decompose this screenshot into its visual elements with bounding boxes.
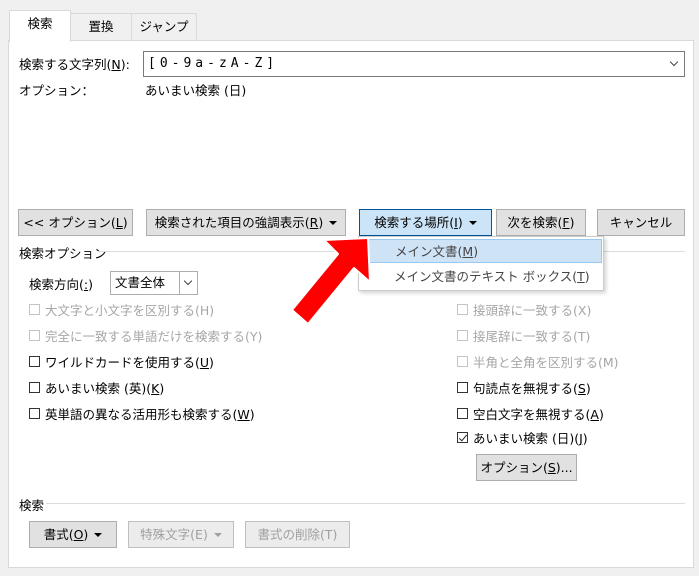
tab-replace[interactable]: 置換 (70, 13, 132, 41)
chevron-down-icon[interactable] (179, 272, 197, 294)
find-next-button[interactable]: 次を検索(F) (496, 209, 586, 236)
search-section-title: 検索 (19, 498, 45, 513)
match-prefix-checkbox[interactable]: 接頭辞に一致する(X) (457, 301, 591, 321)
search-options-title: 検索オプション (19, 246, 107, 261)
direction-select[interactable]: 文書全体 (110, 271, 198, 295)
find-in-menu: メイン文書(M) メイン文書のテキスト ボックス(T) (358, 236, 604, 291)
fuzzy-english-checkbox[interactable]: あいまい検索 (英)(K) (29, 379, 164, 399)
dropdown-triangle-icon (329, 220, 338, 225)
match-suffix-checkbox[interactable]: 接尾辞に一致する(T) (457, 327, 590, 347)
match-width-checkbox[interactable]: 半角と全角を区別する(M) (457, 353, 619, 373)
tab-bar: 検索 置換 ジャンプ (0, 0, 699, 42)
red-arrow-icon (291, 238, 371, 325)
dropdown-triangle-icon (94, 532, 103, 537)
ignore-whitespace-checkbox[interactable]: 空白文字を無視する(A) (457, 405, 604, 425)
direction-value: 文書全体 (115, 275, 166, 290)
reading-highlight-button[interactable]: 検索された項目の強調表示(R) (146, 209, 346, 236)
menu-item-main-textboxes[interactable]: メイン文書のテキスト ボックス(T) (360, 265, 602, 289)
menu-item-main-document[interactable]: メイン文書(M) (360, 239, 602, 263)
less-options-button[interactable]: << オプション(L) (18, 209, 133, 236)
format-button[interactable]: 書式(O) (29, 521, 117, 548)
section-divider (46, 503, 685, 504)
ignore-punctuation-checkbox[interactable]: 句読点を無視する(S) (457, 379, 591, 399)
options-label: オプション： (19, 83, 95, 98)
tab-goto[interactable]: ジャンプ (131, 13, 197, 41)
options-value: あいまい検索 (日) (145, 83, 247, 98)
word-forms-checkbox[interactable]: 英単語の異なる活用形も検索する(W) (29, 405, 255, 425)
no-formatting-button[interactable]: 書式の削除(T) (245, 521, 350, 548)
special-button[interactable]: 特殊文字(E) (128, 521, 234, 548)
find-what-input[interactable]: [0-9a-zA-Z] (143, 51, 685, 77)
direction-label: 検索方向(:) (29, 277, 93, 292)
find-in-button[interactable]: 検索する場所(I) (359, 209, 492, 236)
fuzzy-japanese-checkbox[interactable]: あいまい検索 (日)(J) (457, 429, 588, 449)
tab-find[interactable]: 検索 (9, 10, 71, 42)
cancel-button[interactable]: キャンセル (597, 209, 685, 236)
dropdown-triangle-icon (468, 220, 477, 225)
checkmark-icon (457, 432, 468, 443)
find-what-label: 検索する文字列(N): (19, 57, 130, 72)
find-what-value: [0-9a-zA-Z] (148, 56, 279, 71)
wildcards-checkbox[interactable]: ワイルドカードを使用する(U) (29, 353, 214, 373)
chevron-down-icon[interactable] (666, 52, 684, 76)
dropdown-triangle-icon (213, 532, 222, 537)
fuzzy-options-button[interactable]: オプション(S)... (476, 454, 577, 481)
whole-words-checkbox[interactable]: 完全に一致する単語だけを検索する(Y) (29, 327, 262, 347)
match-case-checkbox[interactable]: 大文字と小文字を区別する(H) (29, 301, 214, 321)
